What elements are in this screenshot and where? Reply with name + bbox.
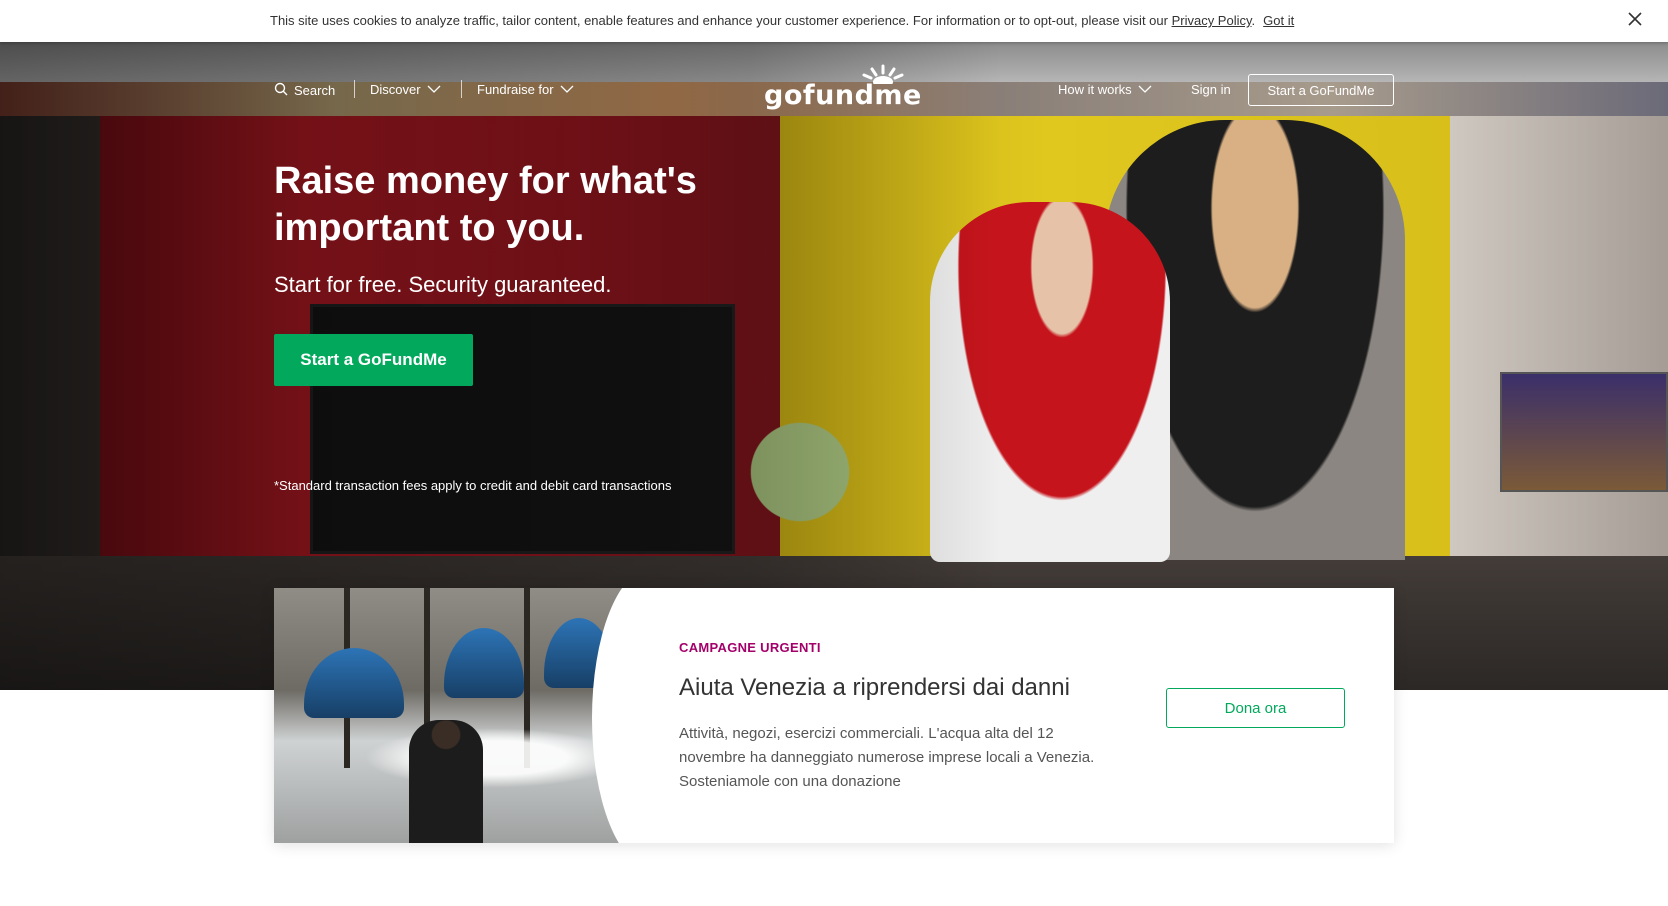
cookie-text-wrapper: This site uses cookies to analyze traffi…	[270, 13, 1294, 28]
nav-start-gofundme-button[interactable]: Start a GoFundMe	[1248, 74, 1394, 106]
nav-discover[interactable]: Discover	[370, 82, 441, 97]
nav-fundraise-label: Fundraise for	[477, 82, 554, 97]
nav-divider	[461, 80, 462, 98]
transaction-fees-note: *Standard transaction fees apply to cred…	[274, 478, 672, 493]
top-nav: Search Discover Fundraise for gofundme H…	[0, 64, 1668, 112]
donate-now-button[interactable]: Dona ora	[1166, 688, 1345, 728]
gofundme-logo[interactable]: gofundme	[764, 64, 921, 112]
got-it-link[interactable]: Got it	[1263, 13, 1294, 28]
nav-divider	[354, 80, 355, 98]
campaign-image-splash	[364, 728, 624, 788]
nav-discover-label: Discover	[370, 82, 421, 97]
campaign-description: Attività, negozi, esercizi commerciali. …	[679, 725, 1095, 790]
nav-how-it-works[interactable]: How it works	[1058, 82, 1152, 97]
nav-how-it-works-label: How it works	[1058, 82, 1132, 97]
nav-fundraise-for[interactable]: Fundraise for	[477, 82, 574, 97]
search-icon	[274, 82, 288, 99]
campaign-category-tag: CAMPAGNE URGENTI	[679, 640, 821, 655]
chevron-down-icon	[427, 82, 441, 97]
nav-search[interactable]: Search	[274, 82, 335, 99]
cookie-message: This site uses cookies to analyze traffi…	[270, 13, 1172, 28]
chevron-down-icon	[1138, 82, 1152, 97]
chevron-down-icon	[560, 82, 574, 97]
nav-search-label: Search	[294, 83, 336, 98]
campaign-image[interactable]	[274, 588, 634, 843]
start-gofundme-button[interactable]: Start a GoFundMe	[274, 334, 473, 386]
cookie-banner: This site uses cookies to analyze traffi…	[0, 0, 1668, 42]
logo-text: gofundme	[764, 80, 922, 111]
privacy-policy-link[interactable]: Privacy Policy	[1172, 13, 1252, 28]
cookie-separator: .	[1251, 13, 1256, 28]
nav-sign-in-label: Sign in	[1191, 82, 1231, 97]
hero-title: Raise money for what's important to you.	[274, 160, 697, 249]
hero-subtitle: Start for free. Security guaranteed.	[274, 272, 612, 297]
nav-sign-in[interactable]: Sign in	[1191, 82, 1231, 97]
close-icon[interactable]	[1626, 10, 1644, 28]
campaign-title[interactable]: Aiuta Venezia a riprendersi dai danni	[679, 674, 1070, 702]
campaign-image-child	[409, 720, 483, 843]
urgent-campaign-card[interactable]: CAMPAGNE URGENTI Aiuta Venezia a riprend…	[274, 588, 1394, 843]
